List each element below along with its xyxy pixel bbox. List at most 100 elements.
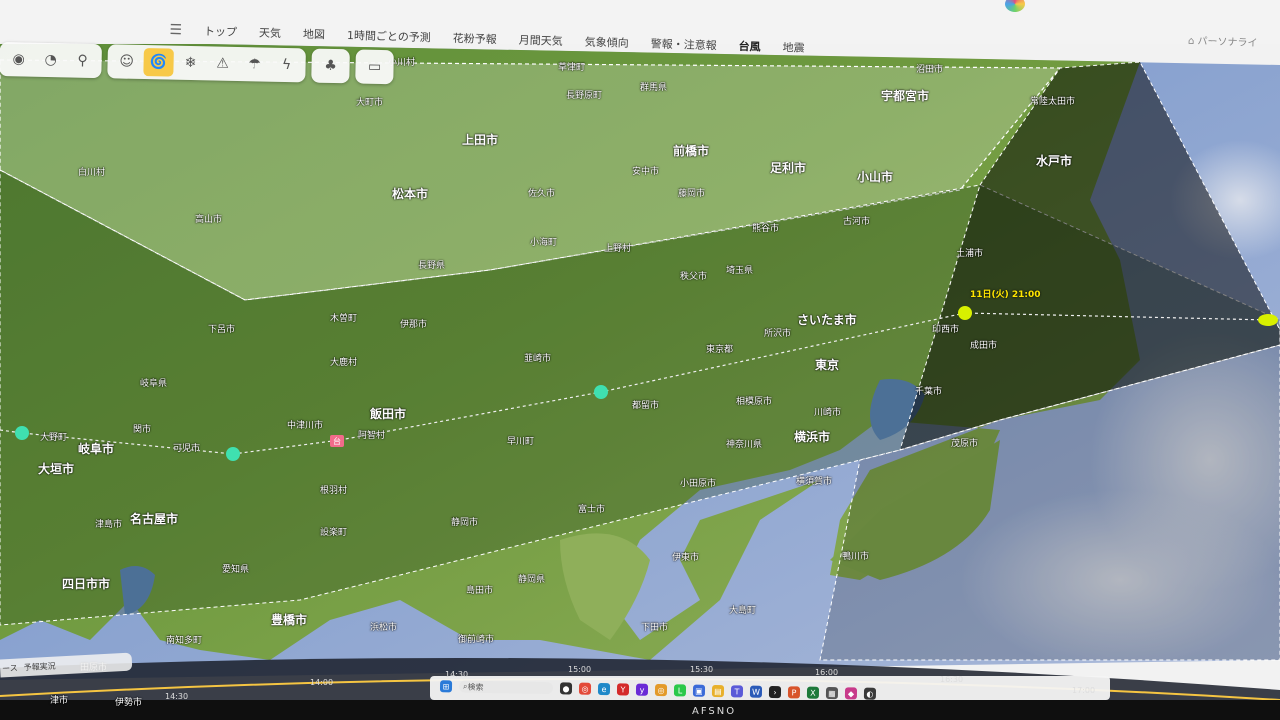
hamburger-menu-icon[interactable]: ☰ [169, 22, 182, 38]
map-label: 長野原町 [566, 91, 603, 101]
ppt-icon[interactable]: P [787, 686, 801, 699]
map-label: 名古屋市 [130, 512, 179, 526]
map-label: 根羽村 [320, 486, 348, 496]
typhoon-forecast-position-2[interactable] [1258, 314, 1278, 326]
monitor-brand: AFSNO [692, 706, 737, 717]
nav-item-warnings[interactable]: 警報・注意報 [650, 35, 717, 53]
map-label: 小海町 [530, 238, 558, 248]
timeline-tick-1500[interactable]: 15:00 [568, 665, 591, 674]
nav-item-map[interactable]: 地図 [303, 26, 325, 43]
eye-icon[interactable]: ◉ [3, 45, 34, 74]
excel-icon[interactable]: X [806, 686, 820, 699]
yahoo-y-icon[interactable]: y [635, 683, 649, 696]
map-label: 飯田市 [370, 407, 407, 421]
map-label: 神奈川県 [726, 440, 763, 450]
map-label: 鴨川市 [842, 552, 870, 562]
nav-item-earthquake[interactable]: 地震 [782, 39, 804, 56]
yahoo-icon[interactable]: Y [616, 683, 630, 696]
nav-item-top[interactable]: トップ [204, 23, 237, 40]
map-label: 早川町 [507, 437, 535, 447]
map-label: 岐阜県 [140, 379, 168, 389]
teams-icon[interactable]: T [730, 685, 744, 698]
line-icon[interactable]: L [673, 684, 687, 697]
map-label: 高山市 [195, 215, 223, 225]
map-label: 埼玉県 [726, 266, 754, 276]
timeline-tick-1630[interactable]: 16:30 [940, 675, 963, 684]
map-label: 水戸市 [1036, 154, 1073, 168]
typhoon-forecast-position-1[interactable] [958, 306, 972, 320]
map-label: 横須賀市 [796, 477, 833, 487]
thunder-icon[interactable]: ϟ [271, 51, 302, 80]
nav-item-typhoon[interactable]: 台風 [738, 38, 760, 55]
typhoon-past-position-3[interactable] [594, 385, 608, 399]
word-icon[interactable]: W [749, 685, 763, 698]
typhoon-current-marker[interactable]: 台 [330, 435, 344, 447]
map-label: 富士市 [578, 505, 606, 515]
typhoon-past-position-1[interactable] [15, 426, 29, 440]
map-label: 豊橋市 [271, 613, 308, 627]
windows-icon[interactable]: ⊞ [439, 680, 453, 693]
map-label: 静岡市 [451, 518, 479, 528]
legend-label: ース [1, 663, 18, 673]
map-label: 設楽町 [320, 528, 348, 538]
map-label: 大鹿村 [330, 358, 358, 368]
timeline-tick-1530[interactable]: 15:30 [690, 665, 713, 674]
map-label: 千葉市 [915, 387, 943, 397]
smile-icon[interactable]: ☺ [111, 47, 142, 76]
map-label: 大町市 [356, 98, 384, 108]
map-label: 前橋市 [673, 144, 710, 158]
taskbar-search-placeholder: 検索 [467, 682, 484, 692]
nav-item-hourly[interactable]: 1時間ごとの予測 [347, 27, 431, 45]
typhoon-map[interactable]: 台 [0, 0, 1280, 720]
pin-icon[interactable]: ⚲ [67, 46, 98, 75]
map-label: 伊勢市 [115, 698, 143, 708]
map-label: 阿智村 [358, 431, 386, 441]
timeline-tick-1400[interactable]: 14:00 [310, 678, 333, 687]
nav-item-weather[interactable]: 天気 [259, 24, 281, 41]
legend-item: 予報実況 [23, 661, 56, 672]
timeline-tick-1700[interactable]: 17:00 [1072, 686, 1095, 695]
svg-text:台: 台 [333, 436, 341, 446]
game-icon[interactable]: ◐ [863, 687, 877, 700]
toolbar-group-view: ◉ ◔ ⚲ [0, 42, 102, 79]
explorer-icon[interactable]: ▤ [711, 684, 725, 698]
map-label: 愛知県 [222, 565, 250, 575]
edge-icon[interactable]: e [597, 682, 611, 696]
map-label: 茂原市 [951, 439, 979, 449]
map-label: 草津町 [558, 63, 586, 73]
comment-icon[interactable]: ▭ [359, 53, 390, 82]
typhoon-past-position-2[interactable] [226, 447, 240, 461]
map-label: 大垣市 [38, 462, 75, 476]
terminal-icon[interactable]: › [768, 685, 782, 699]
snowflake-icon[interactable]: ❄ [175, 49, 206, 78]
chrome-2-icon[interactable]: ◎ [654, 683, 668, 697]
calc-icon[interactable]: ▦ [825, 686, 839, 700]
map-label: 木曽町 [330, 314, 358, 324]
map-label: 成田市 [970, 341, 998, 351]
rain-icon[interactable]: ☂ [239, 50, 270, 79]
map-label: 秩父市 [680, 272, 708, 282]
app-icon[interactable]: ◆ [844, 687, 858, 700]
timeline-tick-1600[interactable]: 16:00 [815, 668, 838, 677]
nav-item-trend[interactable]: 気象傾向 [585, 34, 629, 51]
toolbar-group-plant: ♣ [311, 48, 350, 84]
personalize-label: パーソナライ [1197, 36, 1258, 50]
plant-icon[interactable]: ♣ [315, 52, 346, 81]
widgets-icon[interactable]: ● [559, 682, 573, 695]
nav-item-monthly[interactable]: 月間天気 [519, 32, 563, 49]
photos-icon[interactable]: ▣ [692, 684, 706, 697]
map-label: 長野県 [418, 261, 446, 271]
map-label: 小田原市 [680, 479, 717, 489]
nav-item-pollen[interactable]: 花粉予報 [453, 30, 497, 47]
map-label: 所沢市 [764, 329, 792, 339]
map-label: 小山市 [857, 170, 894, 184]
warning-icon[interactable]: ⚠ [207, 49, 238, 78]
typhoon-icon[interactable]: 🌀 [143, 48, 174, 77]
speedometer-icon[interactable]: ◔ [35, 46, 66, 75]
personalize-link[interactable]: ⌂ パーソナライ [1188, 32, 1258, 49]
map-label: 上野村 [604, 244, 632, 254]
chrome-icon[interactable]: ◎ [578, 682, 592, 695]
map-label: 関市 [133, 425, 152, 435]
taskbar-search[interactable]: ⌕ 検索 [458, 680, 554, 695]
map-label: 四日市市 [62, 577, 111, 591]
